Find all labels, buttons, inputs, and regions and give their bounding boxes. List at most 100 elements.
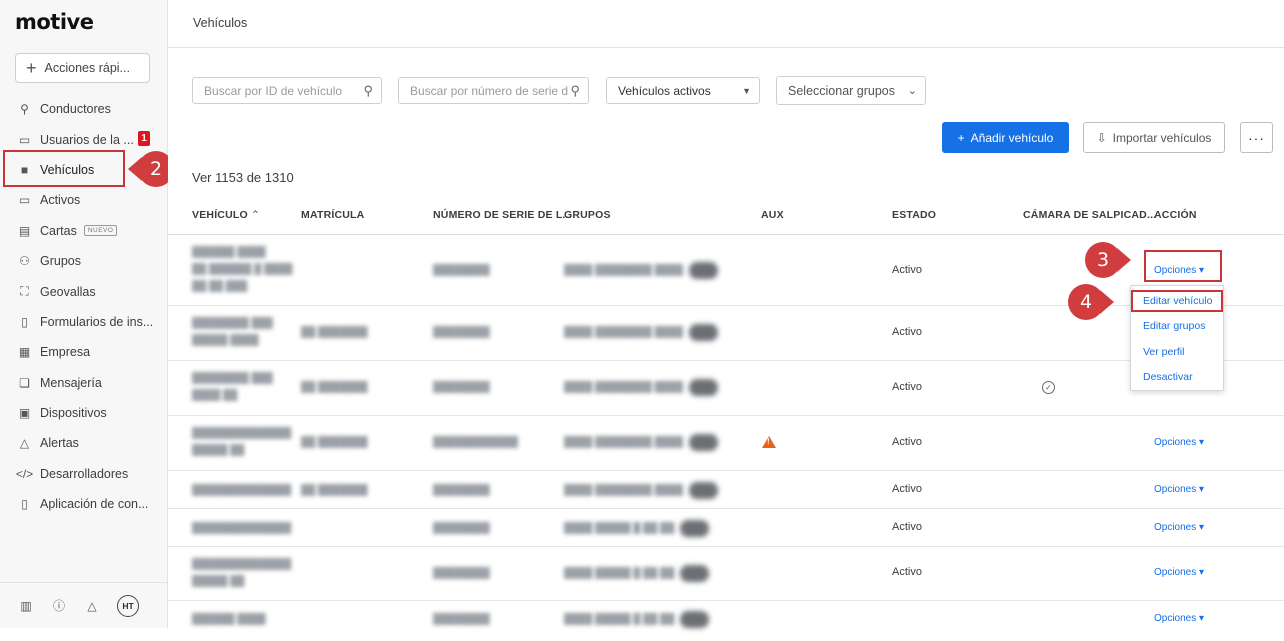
- devices-icon: ▣: [18, 406, 31, 421]
- sidebar-item-desarrolladores[interactable]: </> Desarrolladores: [0, 459, 168, 489]
- help-icon[interactable]: ⓘ: [51, 598, 67, 614]
- options-dropdown-button[interactable]: Opciones ▾: [1154, 437, 1204, 448]
- import-icon: ⇩: [1096, 130, 1107, 145]
- table-header: VEHÍCULO ⌃ MATRÍCULA NÚMERO DE SERIE DE …: [168, 208, 1284, 235]
- add-vehicle-button[interactable]: + Añadir vehículo: [942, 122, 1069, 153]
- sidebar-item-label: Activos: [40, 193, 81, 208]
- status-text: Activo: [892, 326, 922, 338]
- search-vehicle-id-input[interactable]: Buscar por ID de vehículo ⚲: [192, 77, 382, 104]
- search-id-placeholder: Buscar por ID de vehículo: [204, 83, 343, 98]
- redacted-serial: ████████: [433, 485, 490, 496]
- sidebar: motive + Acciones rápi... ⚲ Conductores ▭…: [0, 0, 168, 628]
- import-vehicles-button[interactable]: ⇩ Importar vehículos: [1083, 122, 1225, 153]
- notification-badge: 1: [138, 131, 150, 147]
- vehiculos-highlight-box: [3, 150, 125, 187]
- warning-icon[interactable]: [762, 436, 776, 448]
- redacted-serial: ████████: [433, 382, 490, 393]
- column-header-action: ACCIÓN: [1154, 209, 1197, 221]
- sidebar-item-grupos[interactable]: ⚇ Grupos: [0, 246, 168, 276]
- marker-pointer: [1100, 290, 1114, 314]
- redacted-vehicle: ██████████████ █████ ██: [192, 559, 292, 587]
- groups-select-value: Seleccionar grupos: [788, 83, 896, 98]
- phone-icon: ▯: [21, 497, 28, 512]
- sidebar-item-dispositivos[interactable]: ▣ Dispositivos: [0, 398, 168, 428]
- search-icon: ⚲: [363, 83, 373, 98]
- geofence-icon: ⛶: [20, 284, 29, 299]
- table-row[interactable]: ██████████████ █████ ██ ██ ███████ ██████…: [168, 416, 1284, 471]
- topbar: Vehículos: [168, 0, 1284, 48]
- sidebar-item-label: Alertas: [40, 436, 79, 451]
- column-header-plate: MATRÍCULA: [301, 209, 365, 221]
- options-dropdown-button[interactable]: Opciones ▾: [1154, 522, 1204, 533]
- status-select-value: Vehículos activos: [618, 83, 711, 98]
- options-dropdown-button[interactable]: Opciones ▾: [1154, 567, 1204, 578]
- sidebar-item-label: Empresa: [40, 345, 91, 360]
- sidebar-item-alertas[interactable]: △ Alertas: [0, 428, 168, 458]
- sidebar-item-conductores[interactable]: ⚲ Conductores: [0, 94, 168, 124]
- redacted-vehicle: ██████ ████ ██ ██████ █ ████ ██ ██ ███: [192, 247, 293, 292]
- sidebar-item-cartas[interactable]: ▤ Cartas NUEVO: [0, 216, 168, 246]
- search-serial-input[interactable]: Buscar por número de serie d ⚲: [398, 77, 589, 104]
- sidebar-item-activos[interactable]: ▭ Activos: [0, 185, 168, 215]
- redacted-group: ████ █████ █ ██ ██ ███: [564, 520, 710, 537]
- sidebar-item-mensajeria[interactable]: ❏ Mensajería: [0, 368, 168, 398]
- sidebar-item-label: Desarrolladores: [40, 466, 129, 481]
- table-row[interactable]: ██████████████ ████████ ████ █████ █ ██ …: [168, 509, 1284, 547]
- import-vehicles-label: Importar vehículos: [1112, 130, 1212, 145]
- table-row[interactable]: ██████████████ ██ ███████ ████████ ████ …: [168, 471, 1284, 509]
- column-header-groups: GRUPOS: [564, 209, 611, 221]
- step-marker-3: 3: [1085, 242, 1131, 278]
- check-circle-icon: ✓: [1042, 381, 1055, 394]
- motive-logo[interactable]: motive: [15, 10, 94, 34]
- main-content: Buscar por ID de vehículo ⚲ Buscar por n…: [168, 48, 1284, 628]
- marketplace-icon[interactable]: ▥: [18, 598, 34, 614]
- redacted-vehicle: ████████ ███ █████ ████: [192, 318, 273, 346]
- menu-item-edit-groups[interactable]: Editar grupos: [1143, 320, 1205, 332]
- table-row[interactable]: ████████ ███ ████ ██ ██ ███████ ████████ …: [168, 361, 1284, 416]
- step-marker-4: 4: [1068, 284, 1114, 320]
- building-icon: ▦: [18, 345, 31, 360]
- sidebar-item-label: Grupos: [40, 254, 81, 269]
- card-icon: ▤: [18, 223, 31, 238]
- redacted-vehicle: ██████████████: [192, 485, 292, 496]
- person-icon: ⚲: [20, 102, 29, 117]
- caret-down-icon: ▼: [742, 85, 751, 96]
- chat-icon: ❏: [19, 375, 30, 390]
- group-icon: ⚇: [19, 254, 30, 269]
- edit-vehicle-highlight-box: [1131, 290, 1223, 312]
- quick-actions-label: Acciones rápi...: [44, 61, 130, 75]
- redacted-group: ████ █████ █ ██ ██ ███: [564, 611, 710, 628]
- redacted-vehicle: ██████████████ █████ ██: [192, 428, 292, 456]
- options-dropdown-button[interactable]: Opciones ▾: [1154, 484, 1204, 495]
- notifications-icon[interactable]: △: [84, 598, 100, 614]
- sidebar-item-empresa[interactable]: ▦ Empresa: [0, 337, 168, 367]
- sidebar-item-aplicacion[interactable]: ▯ Aplicación de con...: [0, 489, 168, 519]
- search-icon: ⚲: [570, 83, 580, 98]
- column-header-vehicle[interactable]: VEHÍCULO ⌃: [192, 209, 260, 221]
- groups-select[interactable]: Seleccionar grupos ⌄: [776, 76, 926, 105]
- more-options-button[interactable]: ···: [1240, 122, 1273, 153]
- status-text: Activo: [892, 566, 922, 578]
- header-label: VEHÍCULO: [192, 209, 248, 221]
- redacted-serial: ████████████: [433, 437, 519, 448]
- vehicle-status-select[interactable]: Vehículos activos ▼: [606, 77, 760, 104]
- menu-item-deactivate[interactable]: Desactivar: [1143, 371, 1193, 383]
- sidebar-item-geovallas[interactable]: ⛶ Geovallas: [0, 276, 168, 306]
- avatar[interactable]: HT: [117, 594, 139, 617]
- page-title: Vehículos: [193, 16, 248, 30]
- options-dropdown-button[interactable]: Opciones ▾: [1154, 613, 1204, 624]
- table-row[interactable]: ████████ ███ █████ ████ ██ ███████ ██████…: [168, 306, 1284, 361]
- plus-icon: +: [957, 130, 965, 145]
- table-row[interactable]: ██████████████ █████ ██ ████████ ████ ███…: [168, 547, 1284, 601]
- trailer-icon: ▭: [18, 193, 31, 208]
- table-row[interactable]: ██████ ████ ████████ ████ █████ █ ██ ██ █…: [168, 601, 1284, 641]
- quick-actions-button[interactable]: + Acciones rápi...: [15, 53, 150, 83]
- redacted-group: ████ ████████ ████ ███: [564, 482, 718, 499]
- status-text: Activo: [892, 521, 922, 533]
- menu-item-view-profile[interactable]: Ver perfil: [1143, 346, 1184, 358]
- sidebar-item-formularios[interactable]: ▯ Formularios de ins...: [0, 307, 168, 337]
- redacted-serial: ████████: [433, 523, 490, 534]
- marker-number: 3: [1085, 242, 1121, 278]
- redacted-vehicle: ██████████████: [192, 523, 292, 534]
- sidebar-item-label: Formularios de ins...: [40, 314, 154, 329]
